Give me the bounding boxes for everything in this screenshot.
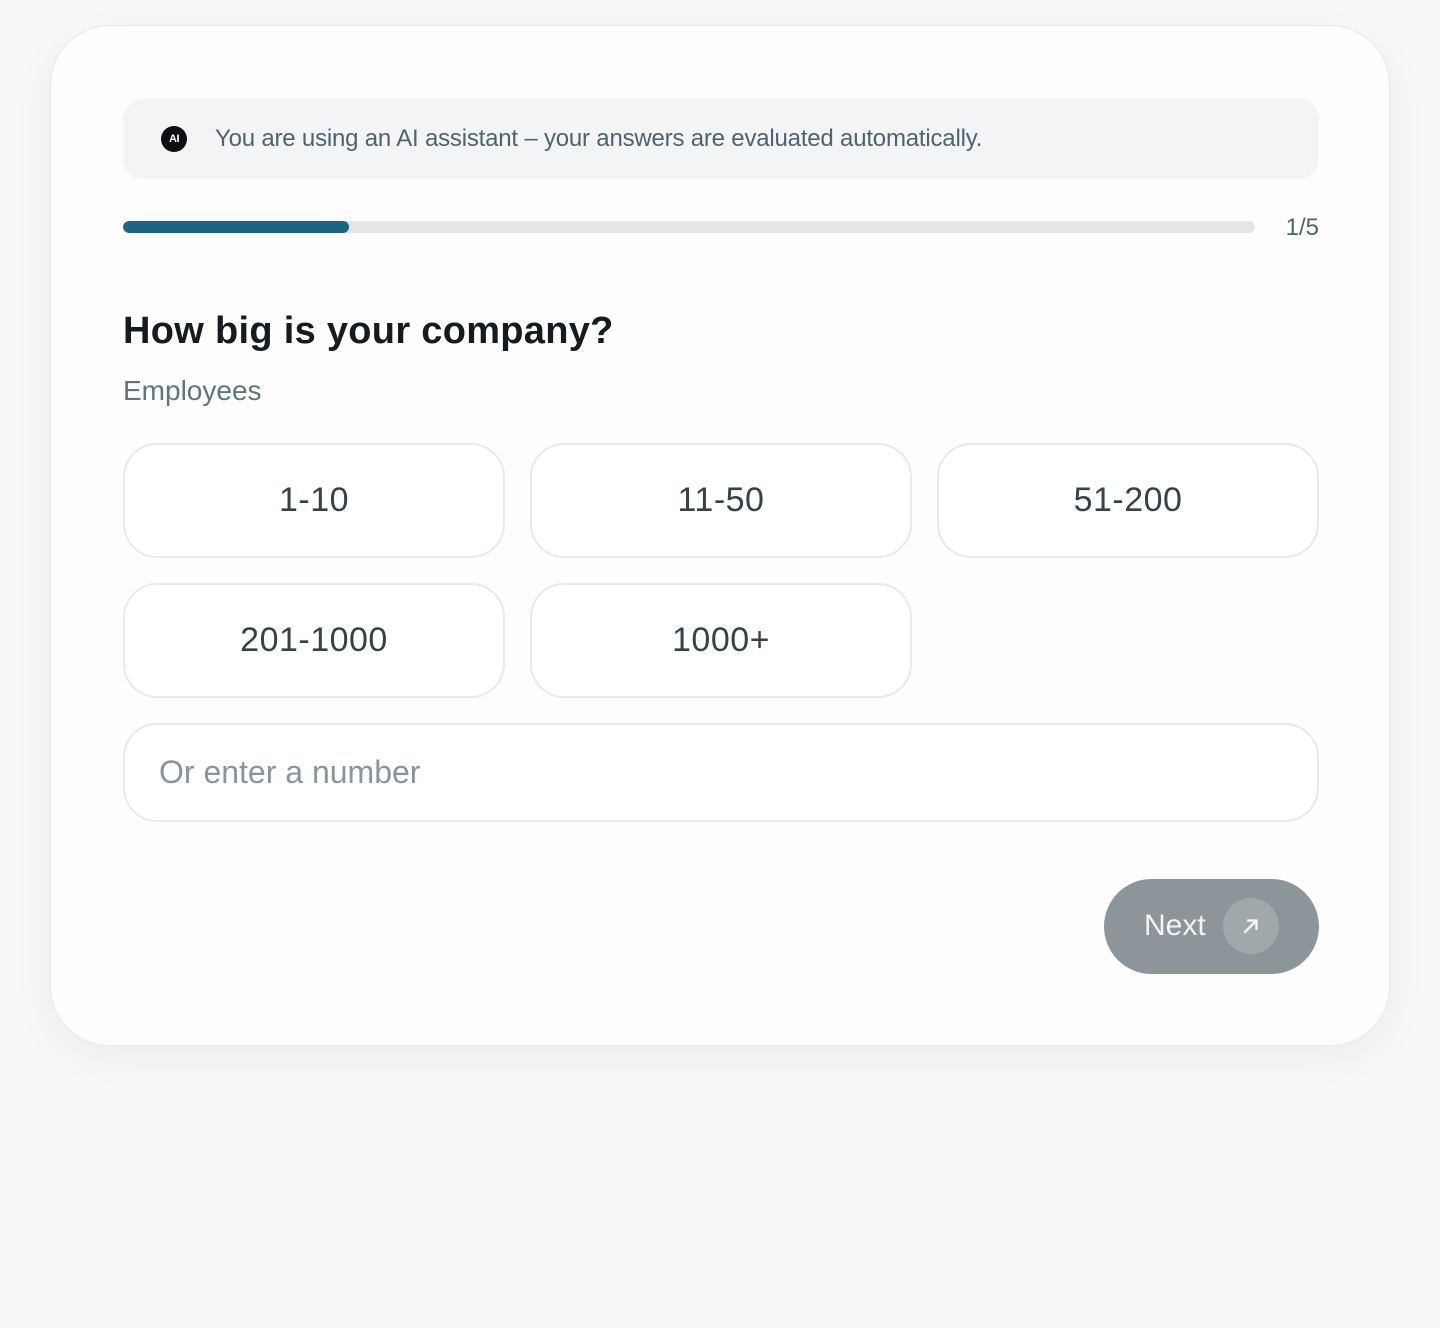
progress-bar-fill: [123, 221, 350, 233]
employee-number-input[interactable]: [123, 723, 1319, 822]
option-201-1000[interactable]: 201-1000: [123, 583, 505, 698]
ai-badge-icon: AI: [161, 126, 187, 152]
option-label: 11-50: [677, 481, 765, 519]
company-size-options: 1-10 11-50 51-200 201-1000 1000+: [123, 443, 1319, 698]
ai-notice-banner: AI You are using an AI assistant – your …: [123, 99, 1319, 179]
option-label: 51-200: [1073, 481, 1183, 519]
option-label: 1000+: [672, 621, 770, 659]
question-title: How big is your company?: [123, 310, 614, 352]
arrow-up-right-icon: [1223, 898, 1279, 954]
option-label: 1-10: [278, 481, 350, 519]
progress-bar: [123, 221, 1255, 233]
question-subtitle: Employees: [123, 375, 262, 406]
step-counter: 1/5: [1285, 214, 1319, 241]
next-button[interactable]: Next: [1104, 879, 1319, 974]
ai-notice-text: You are using an AI assistant – your ans…: [215, 125, 983, 152]
option-1000-plus[interactable]: 1000+: [530, 583, 912, 698]
option-label: 201-1000: [240, 621, 388, 659]
option-11-50[interactable]: 11-50: [530, 443, 912, 558]
survey-card: AI You are using an AI assistant – your …: [50, 25, 1390, 1046]
option-1-10[interactable]: 1-10: [123, 443, 505, 558]
next-button-label: Next: [1144, 909, 1206, 942]
option-51-200[interactable]: 51-200: [937, 443, 1319, 558]
